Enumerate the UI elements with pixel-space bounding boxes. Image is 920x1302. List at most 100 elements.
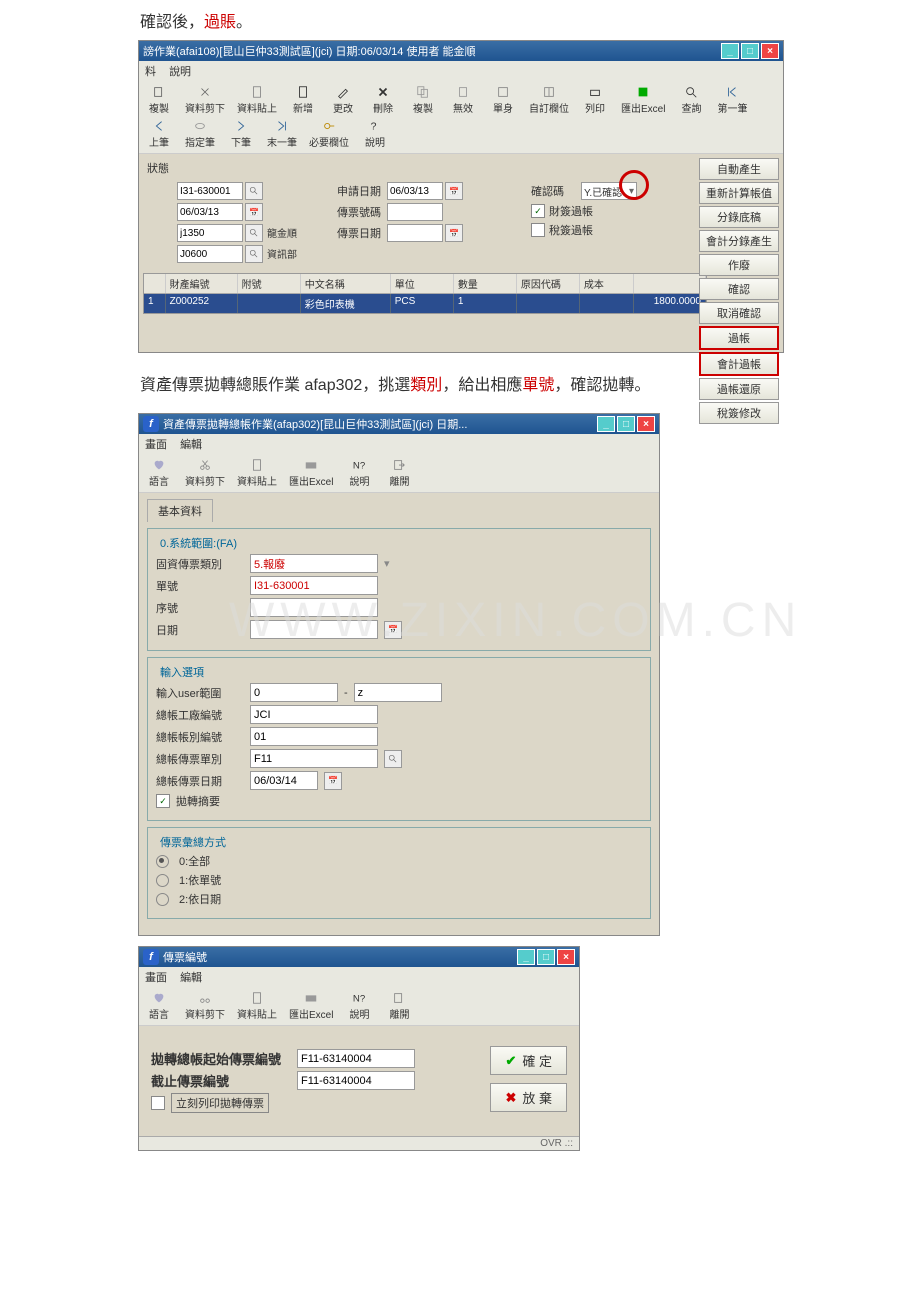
lookup-icon[interactable]	[245, 245, 263, 263]
close-button[interactable]: ×	[637, 416, 655, 432]
apply-date-input[interactable]	[387, 182, 443, 200]
tool-lang[interactable]: 語言	[139, 989, 179, 1023]
tool-exit[interactable]: 離開	[379, 989, 419, 1023]
recalc-button[interactable]: 重新計算帳值	[699, 182, 779, 204]
confirm-button[interactable]: 確認	[699, 278, 779, 300]
tool-last[interactable]: 末一筆	[261, 117, 303, 151]
minimize-button[interactable]: _	[517, 949, 535, 965]
date-icon[interactable]: 📅	[445, 182, 463, 200]
radio-by-date[interactable]	[156, 893, 169, 906]
date-icon[interactable]: 📅	[245, 203, 263, 221]
user-from-input[interactable]	[250, 683, 338, 702]
lookup-icon[interactable]	[384, 750, 402, 768]
voucher-no-input[interactable]	[387, 203, 443, 221]
doc-no-input[interactable]	[177, 182, 243, 200]
menu-item[interactable]: 料	[145, 66, 156, 78]
date-icon[interactable]: 📅	[445, 224, 463, 242]
tool-new[interactable]: 新增	[283, 83, 323, 117]
docno-input[interactable]	[250, 576, 378, 595]
tool-query[interactable]: 查詢	[671, 83, 711, 117]
tab-basic[interactable]: 基本資料	[147, 499, 213, 522]
tool-print[interactable]: 列印	[575, 83, 615, 117]
tool-first[interactable]: 第一筆	[711, 83, 753, 117]
date-input[interactable]	[250, 620, 378, 639]
post-button[interactable]: 過帳	[699, 326, 779, 350]
radio-all[interactable]	[156, 855, 169, 868]
minimize-button[interactable]: _	[721, 43, 739, 59]
fin-post-check[interactable]	[531, 204, 545, 218]
start-no-input[interactable]	[297, 1049, 415, 1068]
tool-excel[interactable]: 匯出Excel	[283, 989, 339, 1023]
lookup-icon[interactable]	[245, 182, 263, 200]
unpost-button[interactable]: 過帳還原	[699, 378, 779, 400]
tool-paste[interactable]: 資料貼上	[231, 83, 283, 117]
close-button[interactable]: ×	[557, 949, 575, 965]
date-input[interactable]	[177, 203, 243, 221]
maximize-button[interactable]: □	[741, 43, 759, 59]
tool-delete[interactable]: 刪除	[363, 83, 403, 117]
tool-exit[interactable]: 離開	[379, 456, 419, 490]
minimize-button[interactable]: _	[597, 416, 615, 432]
tool-help[interactable]: N?說明	[339, 989, 379, 1023]
user-input[interactable]	[177, 224, 243, 242]
end-no-input[interactable]	[297, 1071, 415, 1090]
menu-item[interactable]: 說明	[169, 66, 191, 78]
menu-item[interactable]: 畫面	[145, 439, 167, 451]
tool-goto[interactable]: 指定筆	[179, 117, 221, 151]
voucher-date-input[interactable]	[250, 771, 318, 790]
key-icon	[322, 119, 336, 133]
void-button[interactable]: 作廢	[699, 254, 779, 276]
entry-draft-button[interactable]: 分錄底稿	[699, 206, 779, 228]
tool-help[interactable]: ?說明	[355, 117, 395, 151]
tool-excel[interactable]: 匯出Excel	[283, 456, 339, 490]
tool-copy[interactable]: 複製	[139, 83, 179, 117]
tool-paste[interactable]: 資料貼上	[231, 456, 283, 490]
acct-entry-button[interactable]: 會計分錄產生	[699, 230, 779, 252]
tool-lang[interactable]: 語言	[139, 456, 179, 490]
tool-edit[interactable]: 更改	[323, 83, 363, 117]
voucher-date-input[interactable]	[387, 224, 443, 242]
tool-cut[interactable]: 資料剪下	[179, 989, 231, 1023]
tax-post-check[interactable]	[531, 223, 545, 237]
table-row[interactable]: 1Z000252彩色印表機PCS11800.0000	[144, 294, 706, 313]
voucher-type-input[interactable]	[250, 749, 378, 768]
unconfirm-button[interactable]: 取消確認	[699, 302, 779, 324]
plant-input[interactable]	[250, 705, 378, 724]
auto-gen-button[interactable]: 自動產生	[699, 158, 779, 180]
menu-item[interactable]: 編輯	[180, 439, 202, 451]
seq-input[interactable]	[250, 598, 378, 617]
date-icon[interactable]: 📅	[384, 621, 402, 639]
tool-help[interactable]: N?說明	[339, 456, 379, 490]
confirm-combo[interactable]: Y.已確認	[581, 182, 637, 200]
lookup-icon[interactable]	[245, 224, 263, 242]
tool-prev[interactable]: 上筆	[139, 117, 179, 151]
menu-item[interactable]: 畫面	[145, 972, 167, 984]
tool-void[interactable]: 無效	[443, 83, 483, 117]
dept-input[interactable]	[177, 245, 243, 263]
maximize-button[interactable]: □	[537, 949, 555, 965]
radio-by-doc[interactable]	[156, 874, 169, 887]
ovr-indicator: OVR	[540, 1138, 562, 1149]
tool-dup[interactable]: 複製	[403, 83, 443, 117]
print-check[interactable]	[151, 1096, 165, 1110]
type-input[interactable]	[250, 554, 378, 573]
tool-cut[interactable]: 資料剪下	[179, 83, 231, 117]
date-icon[interactable]: 📅	[324, 772, 342, 790]
tool-paste[interactable]: 資料貼上	[231, 989, 283, 1023]
tool-next[interactable]: 下筆	[221, 117, 261, 151]
acct-post-button[interactable]: 會計過帳	[699, 352, 779, 376]
user-to-input[interactable]	[354, 683, 442, 702]
book-input[interactable]	[250, 727, 378, 746]
tool-excel[interactable]: 匯出Excel	[615, 83, 671, 117]
tool-cut[interactable]: 資料剪下	[179, 456, 231, 490]
cancel-button[interactable]: ✖放 棄	[490, 1083, 567, 1112]
tool-body[interactable]: 單身	[483, 83, 523, 117]
menu-item[interactable]: 編輯	[180, 972, 202, 984]
close-button[interactable]: ×	[761, 43, 779, 59]
tool-custom[interactable]: 自訂欄位	[523, 83, 575, 117]
tax-edit-button[interactable]: 稅簽修改	[699, 402, 779, 424]
maximize-button[interactable]: □	[617, 416, 635, 432]
summary-check[interactable]	[156, 794, 170, 808]
ok-button[interactable]: ✔確 定	[490, 1046, 567, 1075]
tool-required[interactable]: 必要欄位	[303, 117, 355, 151]
